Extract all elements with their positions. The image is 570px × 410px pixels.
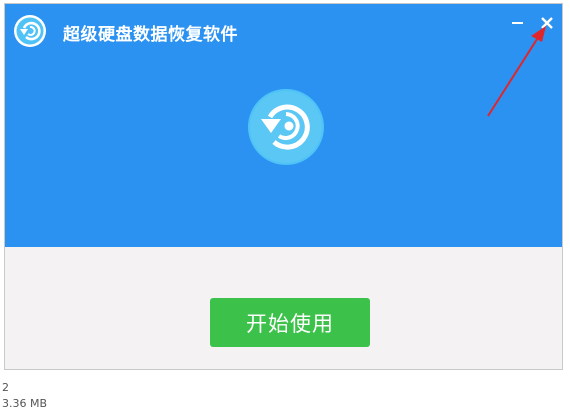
close-button[interactable] [536, 12, 558, 34]
start-button[interactable]: 开始使用 [210, 298, 370, 347]
center-logo-icon [248, 89, 324, 165]
minimize-button[interactable] [507, 12, 529, 34]
background-file-size: 3.36 MB [2, 397, 48, 410]
minimize-icon [512, 22, 523, 24]
header-panel: 超级硬盘数据恢复软件 [5, 4, 562, 247]
window-title: 超级硬盘数据恢复软件 [63, 25, 238, 45]
app-window: 超级硬盘数据恢复软件 开始使用 [4, 3, 563, 370]
app-logo-icon [14, 15, 46, 47]
close-icon [541, 17, 553, 29]
background-text: 2 [2, 381, 9, 394]
